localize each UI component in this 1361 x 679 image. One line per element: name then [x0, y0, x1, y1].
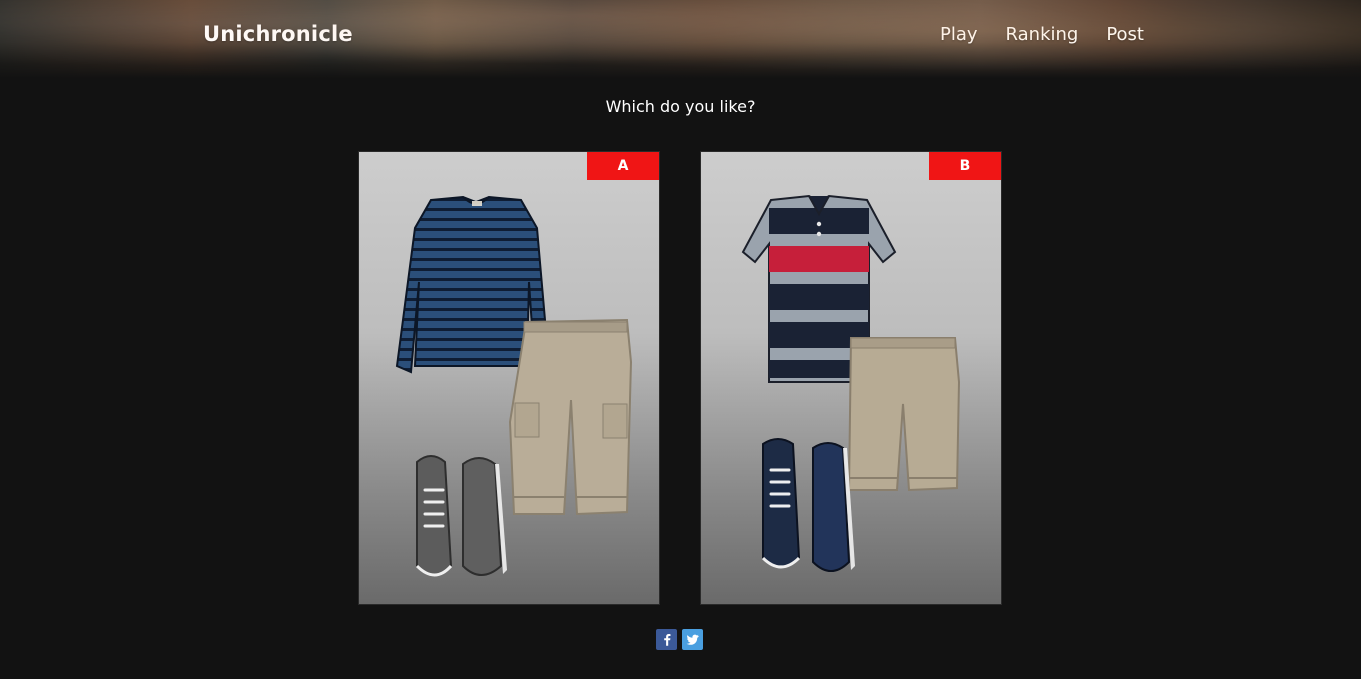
- twitter-icon[interactable]: [682, 629, 703, 650]
- option-b-card[interactable]: B: [700, 151, 1002, 605]
- canvas-sneakers-icon: [415, 455, 507, 577]
- option-a-badge: A: [587, 152, 659, 180]
- nav-post[interactable]: Post: [1106, 24, 1144, 45]
- option-a-card[interactable]: A: [358, 151, 660, 605]
- nav-play[interactable]: Play: [940, 24, 978, 45]
- main-nav: Play Ranking Post: [940, 24, 1144, 45]
- cargo-shorts-icon: [508, 318, 633, 516]
- nav-ranking[interactable]: Ranking: [1006, 24, 1079, 45]
- facebook-icon[interactable]: [656, 629, 677, 650]
- brand-logo[interactable]: Unichronicle: [203, 22, 353, 46]
- option-b-badge: B: [929, 152, 1001, 180]
- question-text: Which do you like?: [605, 97, 756, 116]
- chino-shorts-icon: [847, 337, 961, 492]
- site-header: Unichronicle Play Ranking Post: [0, 0, 1361, 78]
- outfit-a-illustration: [395, 195, 633, 577]
- outfit-b-illustration: [741, 194, 961, 572]
- canvas-sneakers-icon: [761, 438, 855, 572]
- social-share: [656, 629, 703, 650]
